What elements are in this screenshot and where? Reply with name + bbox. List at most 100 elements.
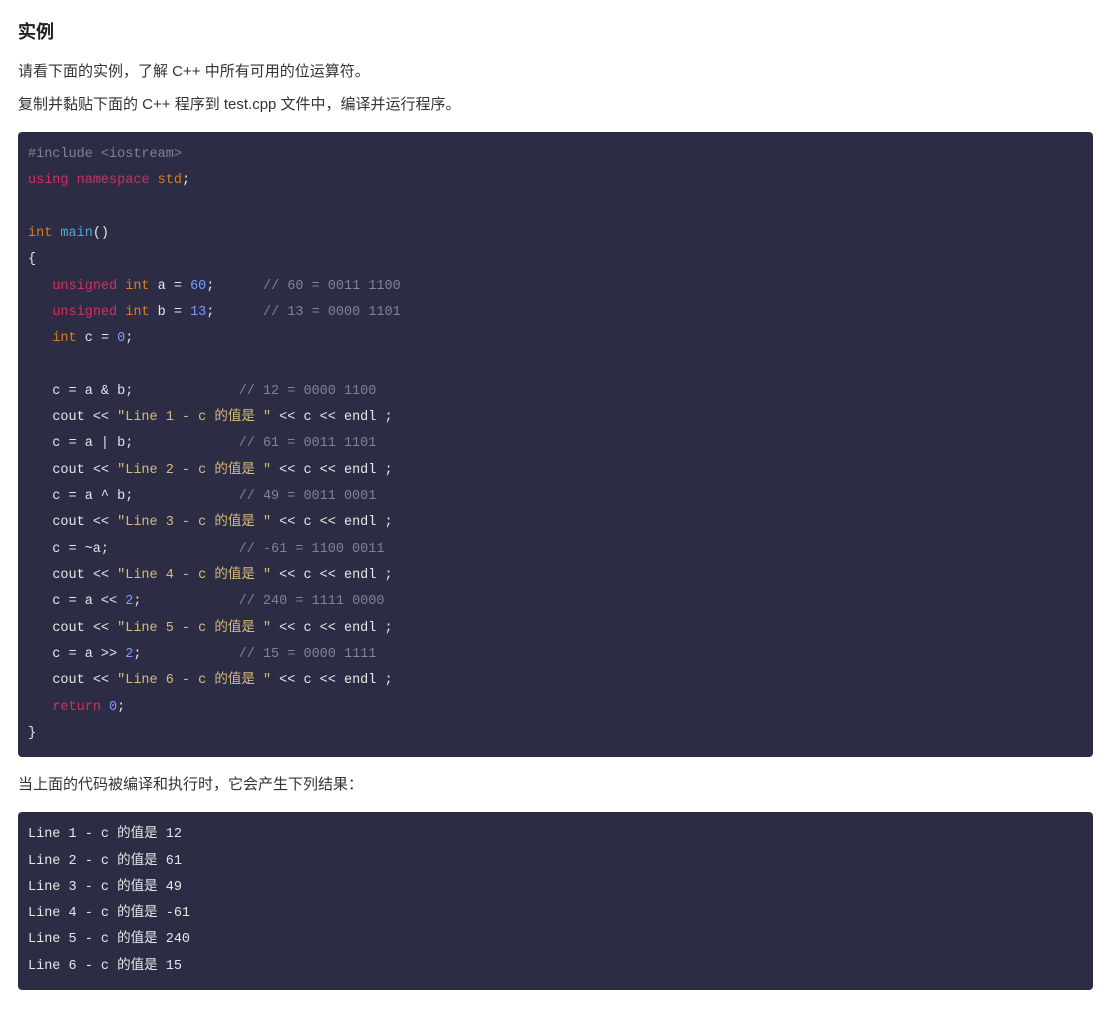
code-token: c	[85, 331, 93, 346]
code-token: int	[52, 331, 76, 346]
after-code-text: 当上面的代码被编译和执行时，它会产生下列结果：	[18, 771, 1093, 798]
code-token: "Line 4 - c 的值是 "	[117, 568, 271, 583]
code-token: unsigned	[52, 305, 117, 320]
code-token: }	[28, 726, 36, 741]
code-token: << c <<	[271, 463, 344, 478]
intro-line-2: 复制并黏贴下面的 C++ 程序到 test.cpp 文件中，编译并运行程序。	[18, 91, 1093, 118]
code-token: // -61 = 1100 0011	[239, 542, 385, 557]
code-token	[28, 331, 52, 346]
code-token: cout	[52, 673, 84, 688]
code-token: << c <<	[271, 621, 344, 636]
code-token: // 13 = 0000 1101	[263, 305, 401, 320]
code-token: endl	[344, 568, 376, 583]
code-token: {	[28, 252, 36, 267]
intro-line-1: 请看下面的实例，了解 C++ 中所有可用的位运算符。	[18, 58, 1093, 85]
code-token: c = a <<	[28, 594, 125, 609]
code-token: endl	[344, 410, 376, 425]
code-token	[28, 700, 52, 715]
code-token: ;	[125, 331, 133, 346]
code-token	[69, 173, 77, 188]
code-token: ;	[376, 515, 392, 530]
code-token: <<	[85, 673, 117, 688]
code-token: cout	[52, 568, 84, 583]
code-token: c = ~a;	[28, 542, 239, 557]
code-token: c = a & b;	[28, 384, 239, 399]
code-token: // 15 = 0000 1111	[239, 647, 377, 662]
code-token: // 60 = 0011 1100	[263, 279, 401, 294]
code-token: cout	[52, 410, 84, 425]
code-token: ;	[376, 673, 392, 688]
code-token: "Line 5 - c 的值是 "	[117, 621, 271, 636]
code-token: main	[60, 226, 92, 241]
code-token: // 12 = 0000 1100	[239, 384, 377, 399]
code-token: int	[28, 226, 52, 241]
code-token: cout	[52, 621, 84, 636]
code-token: ;	[182, 173, 190, 188]
code-token: // 240 = 1111 0000	[239, 594, 385, 609]
code-token: =	[166, 279, 190, 294]
code-token	[28, 410, 52, 425]
code-token: namespace	[77, 173, 150, 188]
code-token: ;	[133, 594, 238, 609]
code-token: =	[166, 305, 190, 320]
code-token: a	[158, 279, 166, 294]
code-token: endl	[344, 621, 376, 636]
code-token	[28, 515, 52, 530]
code-token	[77, 331, 85, 346]
code-token: "Line 6 - c 的值是 "	[117, 673, 271, 688]
code-token	[28, 568, 52, 583]
code-token: std	[158, 173, 182, 188]
code-token: // 61 = 0011 1101	[239, 436, 377, 451]
code-token	[150, 173, 158, 188]
code-token: ()	[93, 226, 109, 241]
code-block: #include <iostream> using namespace std;…	[18, 132, 1093, 757]
code-token: ;	[206, 305, 263, 320]
code-token: "Line 3 - c 的值是 "	[117, 515, 271, 530]
output-block: Line 1 - c 的值是 12 Line 2 - c 的值是 61 Line…	[18, 812, 1093, 990]
code-token: 13	[190, 305, 206, 320]
code-token: <<	[85, 410, 117, 425]
code-token: << c <<	[271, 410, 344, 425]
code-token: endl	[344, 515, 376, 530]
code-token	[150, 279, 158, 294]
code-token: << c <<	[271, 568, 344, 583]
code-token: c = a >>	[28, 647, 125, 662]
code-token	[28, 305, 52, 320]
code-token: << c <<	[271, 673, 344, 688]
code-token	[28, 621, 52, 636]
code-token: c = a | b;	[28, 436, 239, 451]
code-token: cout	[52, 515, 84, 530]
code-token: ;	[376, 463, 392, 478]
code-token: cout	[52, 463, 84, 478]
code-token: return	[52, 700, 101, 715]
code-token	[28, 279, 52, 294]
code-token: // 49 = 0011 0001	[239, 489, 377, 504]
code-token: ;	[376, 410, 392, 425]
code-token: endl	[344, 673, 376, 688]
code-token: ;	[117, 700, 125, 715]
code-token: ;	[206, 279, 263, 294]
code-token: <<	[85, 568, 117, 583]
code-token: =	[93, 331, 117, 346]
code-token: using	[28, 173, 69, 188]
code-token	[101, 700, 109, 715]
code-token: endl	[344, 463, 376, 478]
code-token: #include <iostream>	[28, 147, 182, 162]
code-token: <<	[85, 515, 117, 530]
code-token: <<	[85, 463, 117, 478]
code-token: ;	[376, 621, 392, 636]
code-token: "Line 1 - c 的值是 "	[117, 410, 271, 425]
code-token: unsigned	[52, 279, 117, 294]
code-pre: #include <iostream> using namespace std;…	[28, 142, 1083, 747]
code-token: "Line 2 - c 的值是 "	[117, 463, 271, 478]
code-token: 0	[109, 700, 117, 715]
code-token: <<	[85, 621, 117, 636]
code-token: ;	[133, 647, 238, 662]
code-token: b	[158, 305, 166, 320]
code-token: << c <<	[271, 515, 344, 530]
code-token	[150, 305, 158, 320]
code-token: int	[125, 279, 149, 294]
code-token: ;	[376, 568, 392, 583]
code-token	[28, 463, 52, 478]
code-token: int	[125, 305, 149, 320]
